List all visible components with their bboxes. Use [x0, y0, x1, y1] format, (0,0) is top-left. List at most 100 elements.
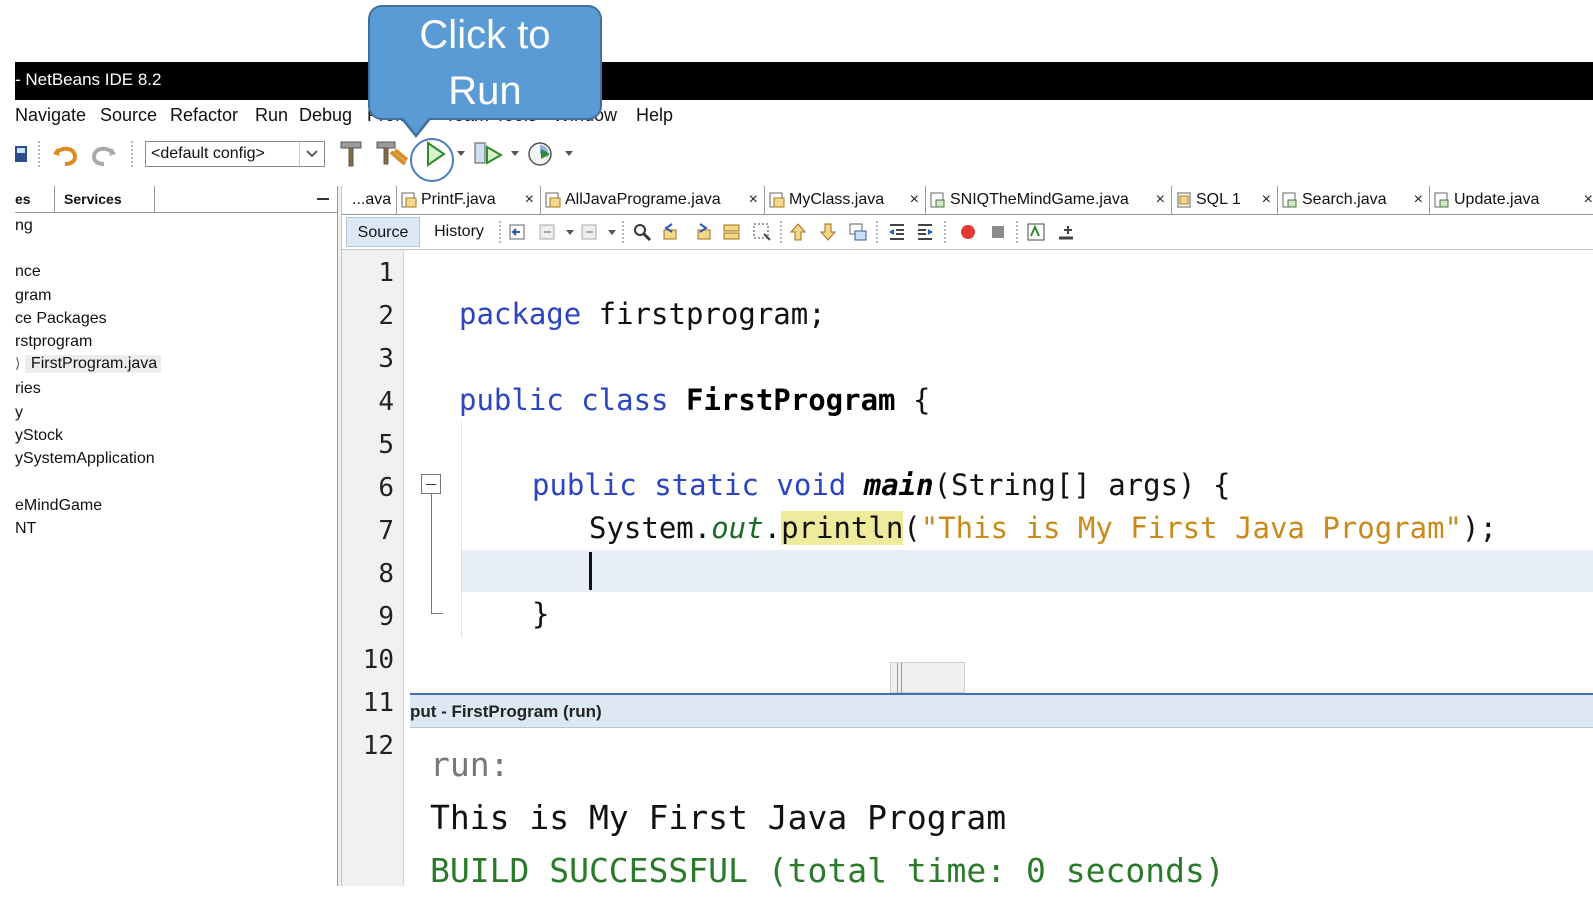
- tab-label: ...ava: [352, 191, 392, 208]
- tab-alljavaprograme-java[interactable]: AllJavaPrograme.java ×: [541, 186, 765, 214]
- tab-label: Update.java: [1454, 191, 1540, 208]
- tab-files[interactable]: es: [15, 186, 55, 212]
- editor-tabs: ...ava PrintF.java × AllJavaPrograme.jav…: [342, 186, 1593, 215]
- debug-project-icon[interactable]: [473, 142, 505, 166]
- tab-search-java[interactable]: Search.java ×: [1278, 186, 1430, 214]
- code-text: (String[] args) {: [933, 468, 1231, 502]
- comment-icon[interactable]: [1026, 222, 1046, 242]
- menu-source[interactable]: Source: [100, 105, 157, 126]
- tab-myclass-java[interactable]: MyClass.java ×: [765, 186, 926, 214]
- window-title: - NetBeans IDE 8.2: [15, 70, 162, 89]
- close-icon[interactable]: ×: [1156, 191, 1165, 209]
- output-header: put - FirstProgram (run): [410, 695, 1593, 728]
- close-icon[interactable]: ×: [1262, 191, 1271, 209]
- class-name: FirstProgram: [685, 383, 896, 417]
- tab-label: PrintF.java: [421, 191, 496, 208]
- next-bookmark-icon[interactable]: [818, 222, 838, 242]
- tree-item[interactable]: ries: [15, 380, 41, 398]
- clean-build-icon[interactable]: [375, 141, 409, 166]
- code-line-2: package firstprogram;: [459, 297, 826, 331]
- tree-item[interactable]: eMindGame: [15, 497, 102, 515]
- code-text: (: [903, 511, 921, 545]
- code-editor[interactable]: package firstprogram; public class First…: [405, 250, 1593, 693]
- keyword: public class: [459, 383, 669, 417]
- profile-dropdown-icon[interactable]: [565, 151, 573, 156]
- history-view-button[interactable]: History: [422, 217, 496, 247]
- stop-macro-icon[interactable]: [988, 222, 1008, 242]
- java-file-icon: [401, 192, 417, 208]
- chevron-down-icon[interactable]: [299, 142, 324, 166]
- close-icon[interactable]: ×: [1584, 191, 1593, 209]
- find-next-icon[interactable]: [692, 222, 712, 242]
- line-number: 9: [378, 602, 394, 632]
- indent-guide: [461, 422, 463, 637]
- forward-icon[interactable]: [580, 222, 600, 242]
- tab-sql-1[interactable]: SQL 1 ×: [1172, 186, 1278, 214]
- shift-left-icon[interactable]: [886, 222, 906, 242]
- menu-run[interactable]: Run: [255, 105, 288, 126]
- back-icon[interactable]: [538, 222, 558, 242]
- tree-item[interactable]: nce: [15, 263, 41, 281]
- tree-item[interactable]: yStock: [15, 427, 63, 445]
- source-view-button[interactable]: Source: [346, 217, 420, 247]
- tree-item[interactable]: NT: [15, 520, 36, 538]
- line-number: 12: [362, 731, 394, 761]
- code-text: {: [895, 383, 931, 417]
- record-macro-icon[interactable]: [958, 222, 978, 242]
- line-number: 5: [378, 430, 394, 460]
- redo-icon[interactable]: [90, 142, 118, 166]
- tab-services[interactable]: Services: [55, 186, 155, 212]
- config-select[interactable]: <default config>: [145, 141, 325, 167]
- close-icon[interactable]: ×: [525, 191, 534, 209]
- line-number: 1: [378, 258, 394, 288]
- menu-refactor[interactable]: Refactor: [170, 105, 238, 126]
- tree-item[interactable]: ng: [15, 217, 33, 235]
- save-all-icon[interactable]: [15, 142, 29, 166]
- forward-dropdown-icon[interactable]: [608, 230, 616, 235]
- tree-item[interactable]: y: [15, 404, 23, 422]
- undo-icon[interactable]: [51, 142, 79, 166]
- find-previous-icon[interactable]: [662, 222, 682, 242]
- find-icon[interactable]: [632, 222, 652, 242]
- menu-debug[interactable]: Debug: [299, 105, 352, 126]
- tree-item-selected[interactable]: ⟩ FirstProgram.java: [15, 355, 162, 373]
- java-file-icon: [545, 192, 561, 208]
- tab-label: AllJavaPrograme.java: [565, 191, 721, 208]
- selection-icon[interactable]: [752, 222, 772, 242]
- tab-printf-java[interactable]: PrintF.java ×: [397, 186, 541, 214]
- menu-help[interactable]: Help: [636, 105, 673, 126]
- profile-project-icon[interactable]: [525, 142, 557, 166]
- tree-item[interactable]: rstprogram: [15, 333, 92, 351]
- fold-guide: [431, 494, 432, 614]
- highlight-icon[interactable]: [722, 222, 742, 242]
- close-icon[interactable]: ×: [910, 191, 919, 209]
- form-file-icon: [1434, 192, 1449, 208]
- close-icon[interactable]: ×: [749, 191, 758, 209]
- debug-dropdown-icon[interactable]: [511, 151, 519, 156]
- tab-java-file[interactable]: ...ava: [342, 186, 397, 214]
- uncomment-icon[interactable]: [1056, 222, 1076, 242]
- run-dropdown-icon[interactable]: [457, 151, 465, 156]
- tree-item[interactable]: ce Packages: [15, 310, 107, 328]
- minimize-icon[interactable]: [317, 198, 329, 200]
- tab-update-java[interactable]: Update.java ×: [1430, 186, 1593, 214]
- previous-bookmark-icon[interactable]: [788, 222, 808, 242]
- fold-collapse-icon[interactable]: [421, 474, 441, 494]
- tree-item[interactable]: gram: [15, 287, 51, 305]
- close-icon[interactable]: ×: [1414, 191, 1423, 209]
- code-line-6: public static void main(String[] args) {: [532, 468, 1230, 502]
- hammer-icon[interactable]: [337, 141, 367, 167]
- output-splitter-handle[interactable]: [890, 662, 965, 693]
- tab-sniqthemindgame-java[interactable]: SNIQTheMindGame.java ×: [926, 186, 1172, 214]
- expander-icon: ⟩: [15, 355, 21, 371]
- last-edit-icon[interactable]: [508, 222, 528, 242]
- toggle-bookmark-icon[interactable]: [848, 222, 868, 242]
- form-file-icon: [1282, 192, 1297, 208]
- menu-navigate[interactable]: Navigate: [15, 105, 86, 126]
- line-number: 8: [378, 559, 394, 589]
- tree-item[interactable]: ySystemApplication: [15, 450, 155, 468]
- tab-label: Search.java: [1302, 191, 1387, 208]
- back-dropdown-icon[interactable]: [566, 230, 574, 235]
- line-number: 10: [362, 645, 394, 675]
- shift-right-icon[interactable]: [916, 222, 936, 242]
